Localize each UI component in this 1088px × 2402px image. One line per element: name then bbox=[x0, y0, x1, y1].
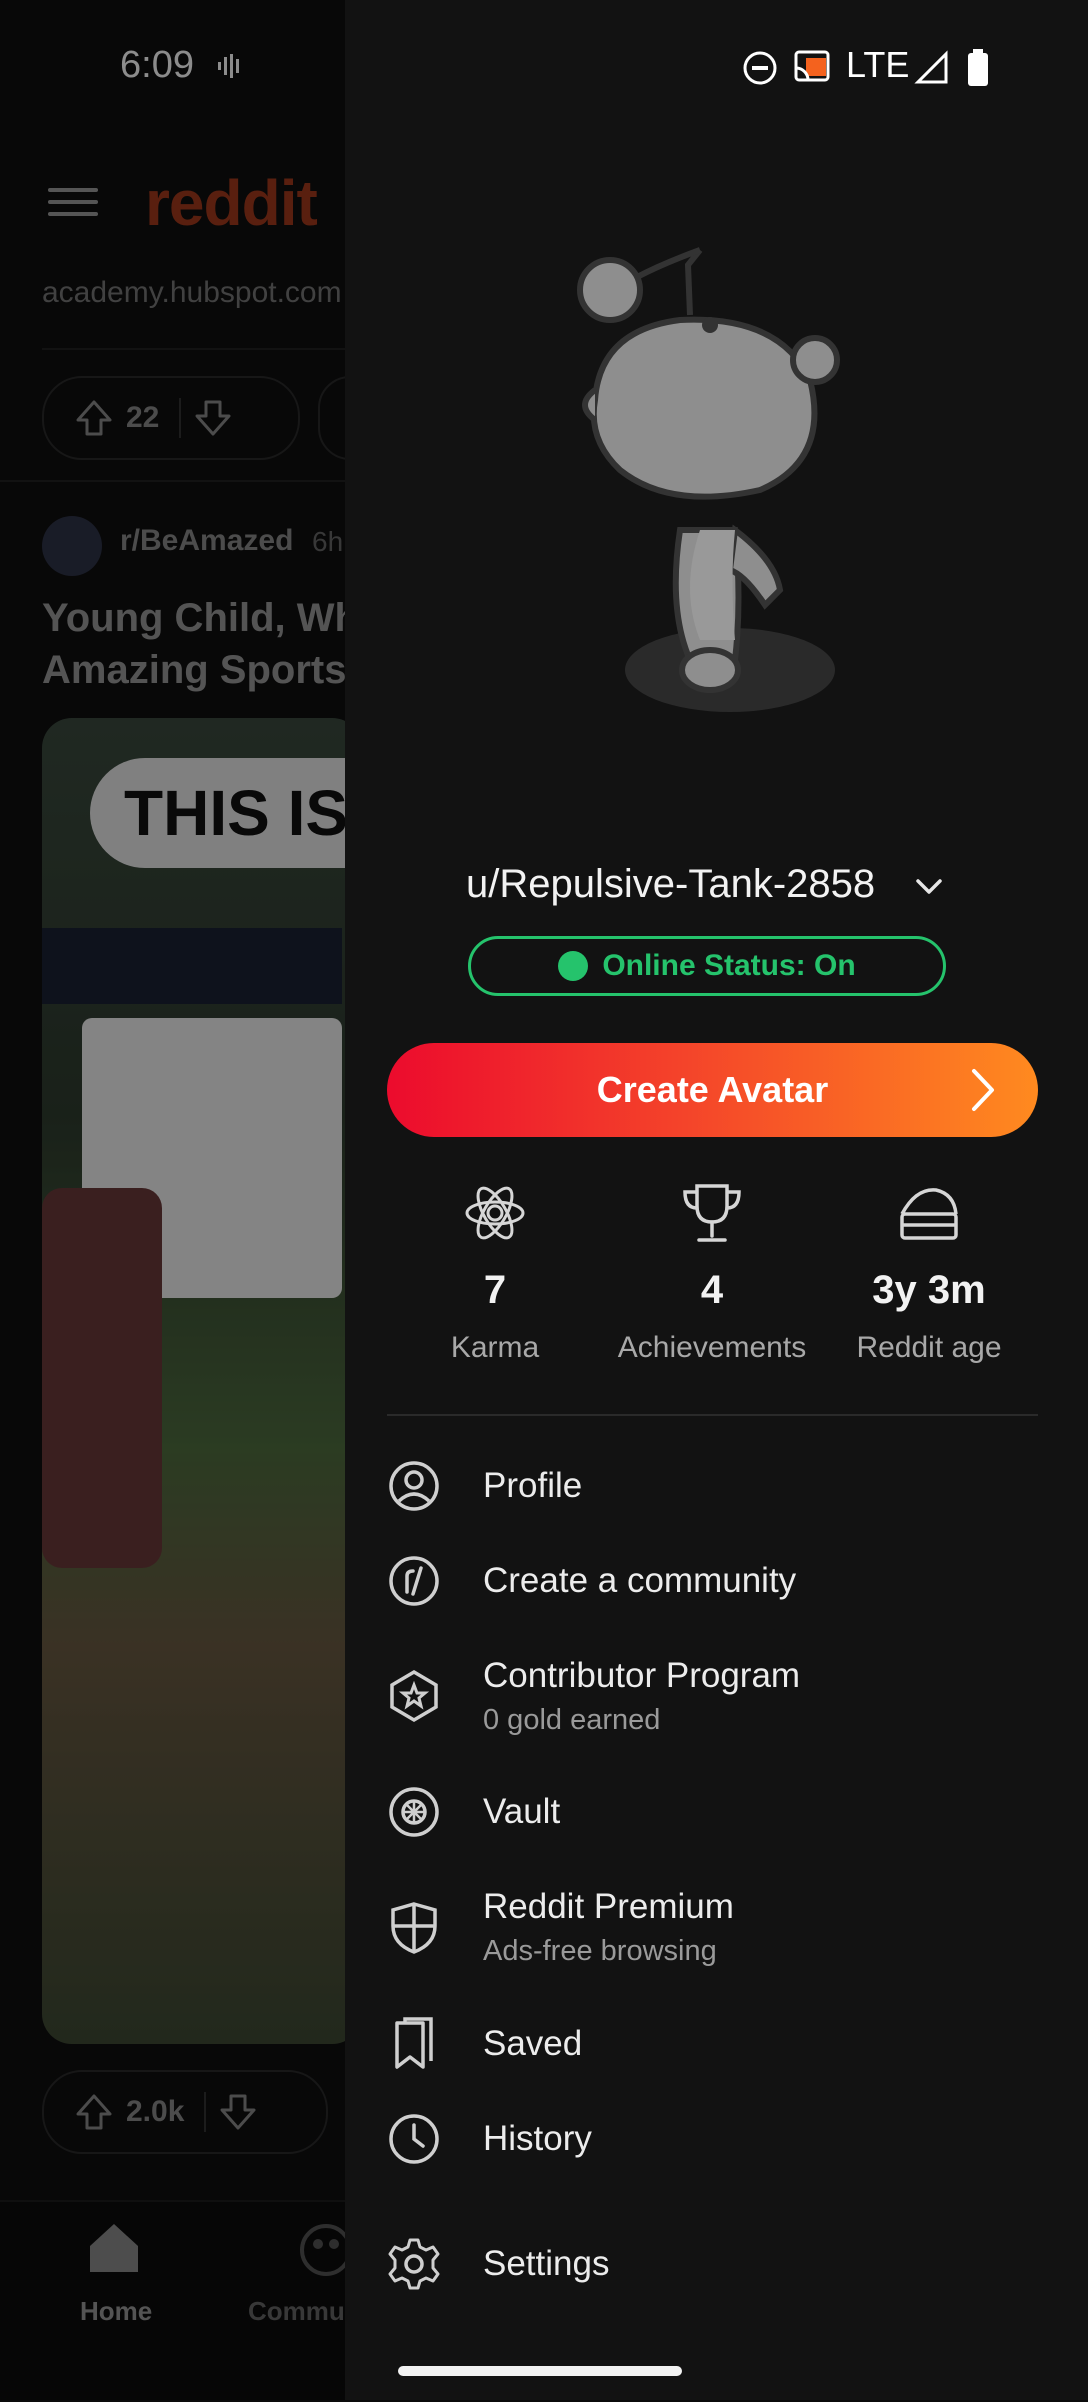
home-indicator[interactable] bbox=[398, 2366, 682, 2376]
chevron-right-icon bbox=[972, 1069, 994, 1111]
profile-icon bbox=[389, 1461, 439, 1511]
menu-label: History bbox=[483, 2119, 592, 2158]
menu-item-history[interactable]: History bbox=[387, 2112, 1038, 2166]
vault-icon bbox=[389, 1787, 439, 1837]
menu-label: Saved bbox=[483, 2024, 583, 2063]
create-avatar-label: Create Avatar bbox=[596, 1069, 829, 1110]
contributor-icon bbox=[390, 1669, 438, 1723]
achievements-value: 4 bbox=[700, 1268, 724, 1312]
menu-label: Contributor Program bbox=[483, 1656, 801, 1695]
karma-value: 7 bbox=[483, 1268, 507, 1312]
online-status-toggle[interactable]: Online Status: On bbox=[468, 936, 946, 996]
menu-item-vault[interactable]: Vault bbox=[387, 1785, 1038, 1839]
online-dot-icon bbox=[558, 951, 589, 981]
saved-icon bbox=[395, 2017, 433, 2069]
stat-achievements[interactable]: 4 Achievements bbox=[602, 1180, 822, 1365]
username[interactable]: u/Repulsive-Tank-2858 bbox=[466, 862, 875, 907]
menu-sublabel: 0 gold earned bbox=[483, 1704, 661, 1736]
create-avatar-button[interactable]: Create Avatar bbox=[387, 1043, 1038, 1137]
online-status-label: Online Status: On bbox=[602, 949, 856, 982]
karma-icon bbox=[465, 1186, 525, 1240]
community-icon bbox=[389, 1556, 439, 1606]
menu-sublabel: Ads-free browsing bbox=[483, 1935, 717, 1967]
drawer-divider bbox=[387, 1414, 1038, 1416]
trophy-icon bbox=[683, 1184, 741, 1242]
menu-item-create-community[interactable]: Create a community bbox=[387, 1554, 1038, 1608]
network-type: LTE bbox=[846, 44, 910, 85]
stat-karma[interactable]: 7 Karma bbox=[385, 1180, 605, 1365]
menu-label: Create a community bbox=[483, 1561, 797, 1600]
battery-icon bbox=[968, 49, 988, 86]
reddit-age-value: 3y 3m bbox=[872, 1268, 986, 1312]
cast-icon bbox=[794, 50, 830, 82]
do-not-disturb-icon bbox=[743, 51, 777, 85]
chevron-down-icon[interactable] bbox=[912, 870, 946, 904]
achievements-label: Achievements bbox=[617, 1331, 807, 1364]
stat-reddit-age[interactable]: 3y 3m Reddit age bbox=[819, 1180, 1039, 1365]
menu-label: Vault bbox=[483, 1792, 561, 1831]
menu-label: Profile bbox=[483, 1466, 583, 1505]
menu-label: Reddit Premium bbox=[483, 1887, 734, 1926]
settings-icon bbox=[388, 2238, 440, 2290]
snoo-avatar[interactable] bbox=[560, 230, 860, 730]
karma-label: Karma bbox=[450, 1331, 540, 1364]
menu-item-reddit-premium[interactable]: Reddit Premium Ads-free browsing bbox=[387, 1880, 1038, 1968]
menu-item-saved[interactable]: Saved bbox=[387, 2017, 1038, 2071]
premium-icon bbox=[391, 1902, 437, 1954]
menu-item-contributor-program[interactable]: Contributor Program 0 gold earned bbox=[387, 1649, 1038, 1737]
cake-icon bbox=[900, 1188, 958, 1240]
menu-label: Settings bbox=[483, 2244, 610, 2283]
reddit-age-label: Reddit age bbox=[856, 1331, 1002, 1364]
menu-item-settings[interactable]: Settings bbox=[387, 2237, 1038, 2291]
menu-item-profile[interactable]: Profile bbox=[387, 1459, 1038, 1513]
history-icon bbox=[389, 2114, 439, 2164]
signal-icon bbox=[914, 50, 948, 84]
